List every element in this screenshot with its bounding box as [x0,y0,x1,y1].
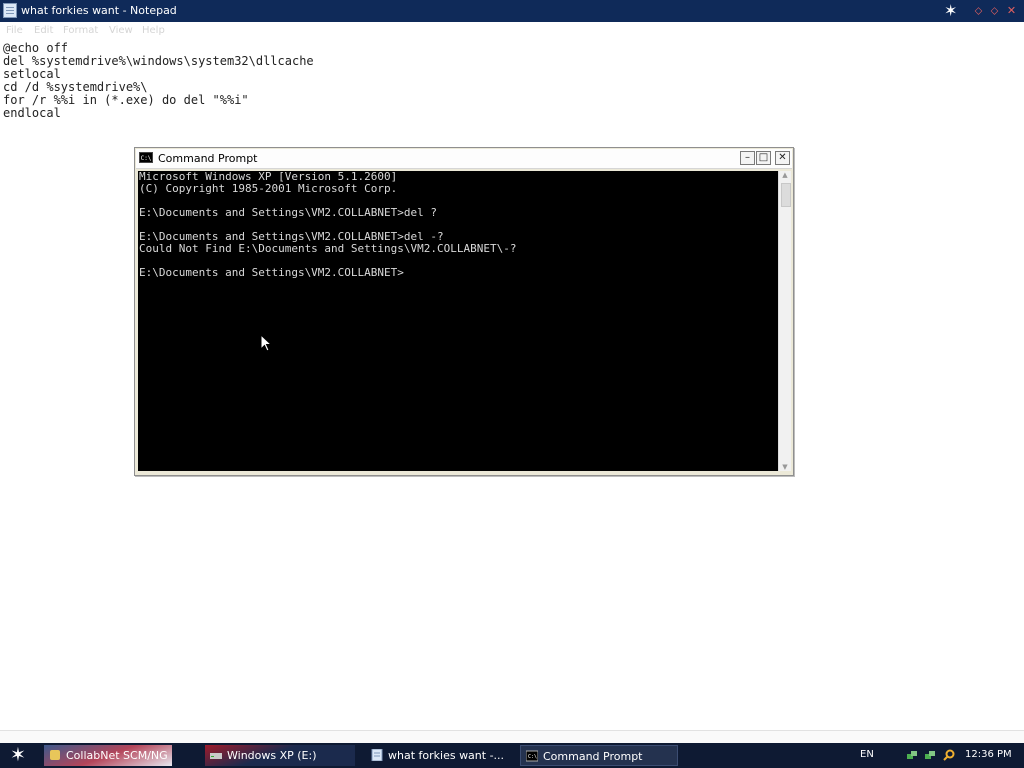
taskbar: ✶ CollabNet SCM/NG Windows XP (E:) what … [0,743,1024,768]
network-icon[interactable] [906,749,918,761]
notepad-window-title: what forkies want - Notepad [21,4,177,17]
menu-edit[interactable]: Edit [34,25,53,36]
close-button[interactable]: ✕ [1005,4,1018,17]
language-indicator[interactable]: EN [860,749,874,760]
notepad-icon [3,3,17,18]
menu-format[interactable]: Format [63,25,98,36]
notepad-text-area[interactable]: @echo off del %systemdrive%\windows\syst… [3,42,314,120]
maximize-button[interactable]: □ [756,151,771,165]
taskbar-item-windows-xp-drive[interactable]: Windows XP (E:) [205,745,355,766]
console-output[interactable]: Microsoft Windows XP [Version 5.1.2600] … [138,171,778,471]
taskbar-item-label: Windows XP (E:) [227,749,317,762]
menu-file[interactable]: File [6,25,23,36]
menu-view[interactable]: View [109,25,133,36]
start-button[interactable]: ✶ [6,745,30,766]
mouse-cursor-icon [260,334,272,352]
menu-help[interactable]: Help [142,25,165,36]
command-prompt-window[interactable]: C:\ Command Prompt – □ ✕ Microsoft Windo… [134,147,794,476]
cmd-icon: C:\ [526,750,538,762]
star-icon[interactable]: ✶ [944,1,957,20]
notepad-status-strip [0,730,1024,744]
taskbar-item-command-prompt[interactable]: C:\ Command Prompt [520,745,678,766]
drive-icon [210,753,222,759]
taskbar-item-collabnet[interactable]: CollabNet SCM/NG [44,745,172,766]
app-icon [50,750,60,760]
close-button[interactable]: ✕ [775,151,790,165]
scroll-thumb[interactable] [781,183,791,207]
notepad-title-bar[interactable]: what forkies want - Notepad ✶ ⬦ ⬦ ✕ [0,0,1024,22]
scroll-up-icon[interactable]: ▲ [780,171,790,179]
scroll-down-icon[interactable]: ▼ [780,463,790,471]
cmd-scrollbar[interactable]: ▲ ▼ [778,171,791,471]
cmd-icon: C:\ [139,152,153,163]
console-text: Microsoft Windows XP [Version 5.1.2600] … [139,171,517,279]
clock[interactable]: 12:36 PM [965,749,1012,760]
pin-icon[interactable]: ⬦ [972,4,985,17]
minimize-button[interactable]: – [740,151,755,165]
network-icon[interactable] [924,749,936,761]
taskbar-item-label: CollabNet SCM/NG [66,749,168,762]
notepad-icon [371,749,383,761]
cmd-title-bar[interactable]: C:\ Command Prompt – □ ✕ [136,149,792,169]
taskbar-item-label: Command Prompt [543,750,643,763]
taskbar-item-notepad[interactable]: what forkies want -... [366,745,513,766]
svg-text:C:\: C:\ [528,754,537,760]
minimize-button[interactable]: ⬦ [988,4,1001,17]
notepad-menu-bar: File Edit Format View Help [0,22,1024,40]
cmd-window-title: Command Prompt [158,152,258,165]
taskbar-item-label: what forkies want -... [388,749,505,762]
search-icon[interactable] [943,749,955,761]
